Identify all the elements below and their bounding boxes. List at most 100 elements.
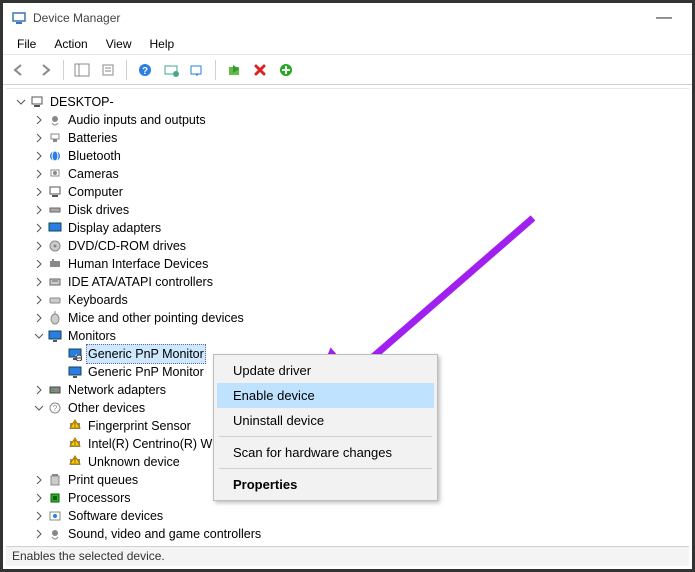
root-label: DESKTOP- [48,93,116,111]
help-button[interactable]: ? [133,58,157,82]
warning-icon: ! [67,436,83,452]
item-label: Software devices [66,507,165,525]
tree-item[interactable]: Disk drives [8,201,687,219]
tree-item[interactable]: Display adapters [8,219,687,237]
item-label: Processors [66,489,133,507]
expand-icon[interactable] [32,383,46,397]
device-icon [47,166,63,182]
tree-item[interactable]: Batteries [8,129,687,147]
collapse-icon[interactable] [32,329,46,343]
item-label: Unknown device [86,453,182,471]
expand-icon[interactable] [32,293,46,307]
ctx-uninstall-device[interactable]: Uninstall device [217,408,434,433]
collapse-icon[interactable] [32,401,46,415]
svg-text:!: ! [74,458,76,465]
menu-file[interactable]: File [9,35,44,53]
properties-button[interactable] [96,58,120,82]
item-label: Disk drives [66,201,131,219]
expand-icon[interactable] [32,185,46,199]
warning-icon: ! [67,454,83,470]
tree-item[interactable]: Computer [8,183,687,201]
device-icon [47,130,63,146]
item-label: Computer [66,183,125,201]
expand-icon[interactable] [32,167,46,181]
device-icon [47,490,63,506]
expand-icon[interactable] [32,275,46,289]
tree-item[interactable]: Human Interface Devices [8,255,687,273]
expand-icon[interactable] [32,221,46,235]
enable-button[interactable] [222,58,246,82]
network-icon [47,382,63,398]
device-icon [47,202,63,218]
refresh-button[interactable] [274,58,298,82]
expand-icon[interactable] [32,113,46,127]
scan-button[interactable] [159,58,183,82]
expand-icon[interactable] [32,131,46,145]
collapse-icon[interactable] [14,95,28,109]
expand-icon[interactable] [32,527,46,541]
menu-action[interactable]: Action [46,35,95,53]
svg-text:?: ? [142,66,148,77]
expand-icon[interactable] [32,203,46,217]
expand-icon[interactable] [32,509,46,523]
item-label: Monitors [66,327,118,345]
item-label: Mice and other pointing devices [66,309,246,327]
forward-button[interactable] [33,58,57,82]
item-label: Network adapters [66,381,168,399]
svg-text:!: ! [74,422,76,429]
toolbar-separator [215,60,216,80]
back-button[interactable] [7,58,31,82]
device-icon [47,508,63,524]
minimize-button[interactable]: — [644,9,684,27]
device-icon [47,256,63,272]
ctx-enable-device[interactable]: Enable device [217,383,434,408]
menu-help[interactable]: Help [142,35,183,53]
device-icon [47,472,63,488]
device-icon [47,292,63,308]
expand-icon[interactable] [32,473,46,487]
tree-item[interactable]: Keyboards [8,291,687,309]
device-icon [47,274,63,290]
tree-item[interactable]: IDE ATA/ATAPI controllers [8,273,687,291]
menu-view[interactable]: View [98,35,140,53]
item-label: Display adapters [66,219,163,237]
titlebar: Device Manager — [3,3,692,33]
uninstall-button[interactable] [248,58,272,82]
device-icon [47,310,63,326]
ctx-properties[interactable]: Properties [217,472,434,497]
toolbar-separator [126,60,127,80]
item-label: Intel(R) Centrino(R) W [86,435,214,453]
computer-icon [29,94,45,110]
expand-icon[interactable] [32,239,46,253]
item-label: Audio inputs and outputs [66,111,208,129]
monitor-icon [67,364,83,380]
expand-icon[interactable] [32,311,46,325]
device-icon [47,112,63,128]
show-hide-button[interactable] [70,58,94,82]
tree-item[interactable]: Mice and other pointing devices [8,309,687,327]
ctx-scan-changes[interactable]: Scan for hardware changes [217,440,434,465]
expand-icon[interactable] [32,491,46,505]
device-icon [47,184,63,200]
item-label: Batteries [66,129,119,147]
tree-item[interactable]: Audio inputs and outputs [8,111,687,129]
expand-icon[interactable] [32,257,46,271]
status-text: Enables the selected device. [12,549,165,563]
tree-item[interactable]: Software devices [8,507,687,525]
tree-item[interactable]: Cameras [8,165,687,183]
toolbar-separator [63,60,64,80]
tree-item[interactable]: DVD/CD-ROM drives [8,237,687,255]
update-button[interactable] [185,58,209,82]
toolbar: ? [3,55,692,85]
status-bar: Enables the selected device. [6,546,689,566]
item-label: Generic PnP Monitor [86,363,206,381]
item-label: Keyboards [66,291,130,309]
item-label: Human Interface Devices [66,255,210,273]
tree-item[interactable]: Sound, video and game controllers [8,525,687,543]
item-label: Generic PnP Monitor [86,344,206,364]
tree-root[interactable]: DESKTOP- [8,93,687,111]
ctx-update-driver[interactable]: Update driver [217,358,434,383]
tree-item-monitors[interactable]: Monitors [8,327,687,345]
expand-icon[interactable] [32,149,46,163]
tree-item[interactable]: Bluetooth [8,147,687,165]
